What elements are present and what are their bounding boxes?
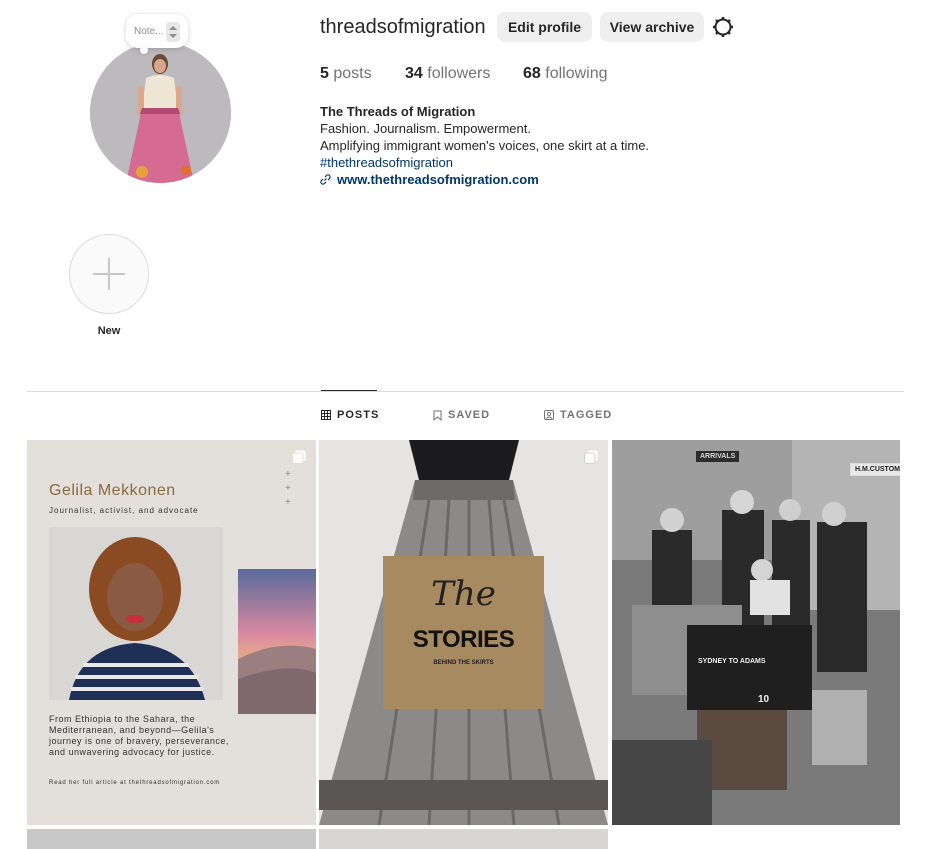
bio-website-text: www.thethreadsofmigration.com [337,172,539,187]
note-bubble[interactable]: Note... [126,14,188,54]
profile-avatar[interactable] [90,42,231,183]
following-label: following [545,65,608,82]
link-icon [320,174,331,185]
posts-stat: 5 posts [320,65,372,83]
avatar-image [90,42,231,183]
post-3-sign-customs: H.M.CUSTOMS [850,463,900,476]
post-1-desert-image [238,569,316,714]
following-stat[interactable]: 68 following [523,65,608,83]
post-1-title: Gelila Mekkonen [49,482,176,499]
post-3-arrivals-photo [612,440,900,825]
tabs-divider [27,391,904,392]
post-2-title-card: The STORIES BEHIND THE SKIRTS [383,556,544,709]
followers-count: 34 [405,65,423,82]
new-highlight-label: New [97,325,121,337]
profile-bio: The Threads of Migration Fashion. Journa… [320,103,649,188]
bio-hashtag[interactable]: #thethreadsofmigration [320,154,649,171]
following-count: 68 [523,65,541,82]
tab-posts[interactable]: POSTS [321,409,379,421]
bio-line-2: Amplifying immigrant women's voices, one… [320,138,650,153]
tab-saved-label: SAVED [448,409,491,421]
followers-stat[interactable]: 34 followers [405,65,490,83]
post-tile-1[interactable]: Gelila Mekkonen Journalist, activist, an… [27,440,316,825]
tab-saved[interactable]: SAVED [433,409,490,421]
grid-icon [321,410,331,420]
post-tile-5[interactable] [319,829,608,849]
tab-posts-label: POSTS [337,409,380,421]
post-2-headline: STORIES [412,626,515,653]
posts-count: 5 [320,65,329,82]
edit-profile-button[interactable]: Edit profile [497,12,592,42]
view-archive-button[interactable]: View archive [600,12,704,42]
profile-stats: 5 posts 34 followers 68 following [320,65,640,85]
new-highlight-inner [73,238,145,310]
plus-icon [93,258,125,290]
post-1-plus-decoration: + + + [285,469,291,508]
bio-name: The Threads of Migration [320,104,476,119]
carousel-icon [292,450,306,464]
new-highlight-button[interactable] [69,234,149,314]
post-3-sign-arrivals: ARRIVALS [696,451,740,462]
post-1-subtitle: Journalist, activist, and advocate [49,506,199,515]
posts-label: posts [333,65,372,82]
post-3-trunk-label: SYDNEY TO ADAMS [698,658,766,665]
tab-tagged-label: TAGGED [560,409,613,421]
settings-gear-icon[interactable] [712,16,734,38]
post-tile-4[interactable] [27,829,316,849]
post-1-body: From Ethiopia to the Sahara, the Mediter… [49,714,229,757]
bio-website-link[interactable]: www.thethreadsofmigration.com [320,171,649,188]
post-1-portrait-image [49,527,223,700]
tagged-icon [544,410,554,420]
carousel-icon [584,450,598,464]
post-3-number-label: 10 [758,694,770,705]
active-tab-indicator [321,390,377,391]
tab-tagged[interactable]: TAGGED [544,409,612,421]
post-tile-3[interactable]: ARRIVALS H.M.CUSTOMS SYDNEY TO ADAMS 10 [612,440,900,825]
bookmark-icon [433,410,442,421]
post-2-script-text: The [431,574,496,614]
profile-username: threadsofmigration [320,16,486,38]
followers-label: followers [427,65,491,82]
bio-line-1: Fashion. Journalism. Empowerment. [320,121,531,136]
post-tile-2[interactable]: The STORIES BEHIND THE SKIRTS [319,440,608,825]
post-1-read-more: Read her full article at thethreadsofmig… [49,780,221,786]
note-placeholder: Note... [134,26,164,37]
note-stepper-icon [166,22,180,42]
post-2-tagline: BEHIND THE SKIRTS [433,660,494,666]
